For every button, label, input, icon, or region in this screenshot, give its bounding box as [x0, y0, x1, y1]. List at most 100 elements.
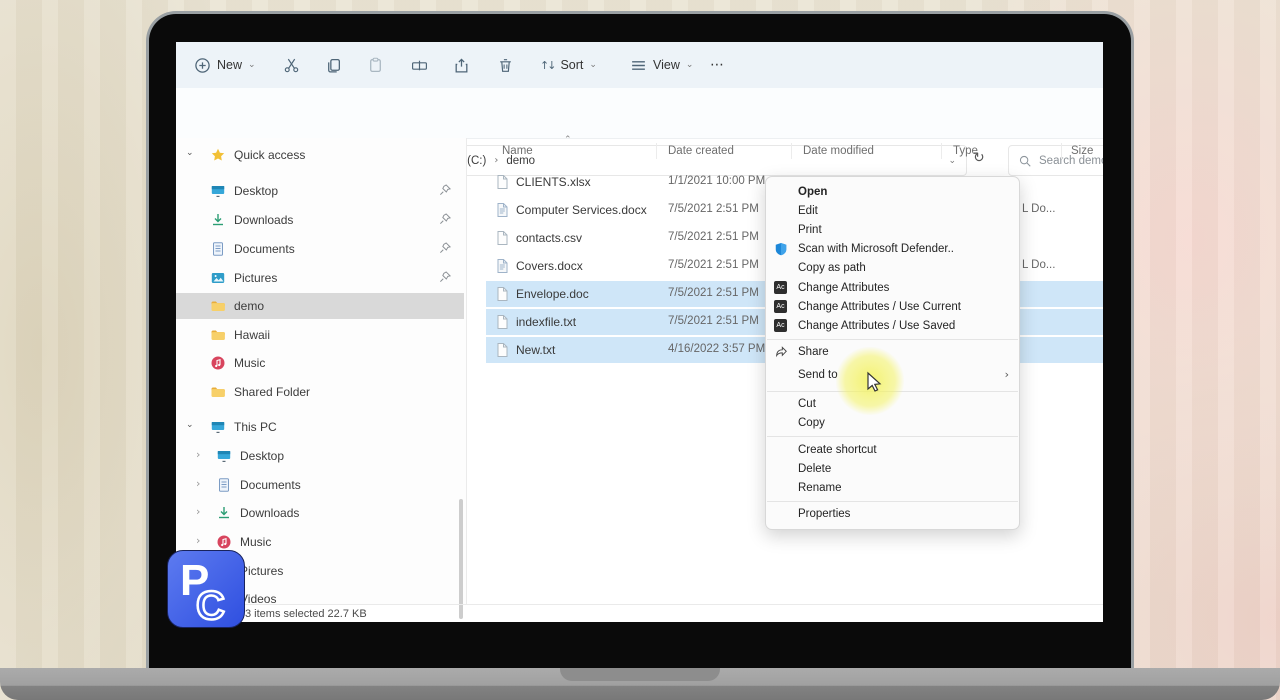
sort-arrows-icon: ↑↓ — [540, 58, 557, 72]
column-separator[interactable] — [656, 143, 657, 159]
share-button[interactable] — [447, 50, 476, 80]
menu-item-change-attributes-use-current[interactable]: Change Attributes / Use Current — [766, 297, 1019, 316]
menu-label: Cut — [798, 398, 816, 411]
file-date-created: 7/5/2021 2:51 PM — [668, 287, 759, 299]
pc-logo-letters: P C — [180, 556, 226, 629]
menu-label: Print — [798, 223, 822, 236]
sidebar-item-shared-folder[interactable]: Shared Folder — [176, 379, 464, 405]
item-label: Documents — [240, 478, 301, 492]
attribute-changer-icon — [774, 300, 787, 314]
document-icon — [216, 477, 232, 493]
sidebar-item-documents[interactable]: Documents — [176, 236, 464, 262]
item-label: Shared Folder — [234, 385, 311, 399]
expand-chevron-icon[interactable]: › — [196, 534, 200, 547]
sort-button-label: Sort — [560, 58, 584, 72]
file-date-created: 4/16/2022 3:57 PM — [668, 343, 766, 355]
column-header-name[interactable]: Name — [502, 145, 533, 157]
menu-separator — [767, 500, 1018, 502]
status-bar: 3 items selected 22.7 KB — [176, 604, 1103, 622]
menu-label: Delete — [798, 462, 832, 475]
file-name: Covers.docx — [516, 259, 583, 273]
document-icon — [210, 241, 226, 257]
selection-count-text: 3 items selected 22.7 KB — [245, 608, 367, 620]
sidebar-scrollbar[interactable] — [459, 499, 463, 619]
menu-icon-gutter — [774, 242, 798, 256]
menu-item-edit[interactable]: Edit — [766, 201, 1019, 220]
menu-item-delete[interactable]: Delete — [766, 459, 1019, 478]
menu-item-print[interactable]: Print — [766, 220, 1019, 239]
sidebar-item-thispc-documents[interactable]: › Documents — [176, 472, 464, 498]
sidebar-group-quick-access[interactable]: ⌄ Quick access — [176, 142, 464, 168]
cut-scissors-icon — [283, 57, 300, 74]
item-label: Desktop — [240, 449, 285, 463]
attribute-changer-icon — [774, 281, 787, 295]
item-label: Desktop — [234, 184, 279, 198]
menu-icon-gutter — [774, 281, 798, 295]
menu-item-change-attributes-use-saved[interactable]: Change Attributes / Use Saved — [766, 316, 1019, 335]
sidebar-item-thispc-desktop[interactable]: › Desktop — [176, 443, 464, 469]
expand-chevron-icon[interactable]: › — [196, 448, 200, 461]
column-header-date-modified[interactable]: Date modified — [803, 145, 874, 157]
menu-item-create-shortcut[interactable]: Create shortcut — [766, 440, 1019, 459]
expand-chevron-icon[interactable]: › — [196, 505, 200, 518]
view-button[interactable]: View ⌄ — [624, 50, 699, 80]
group-label: Quick access — [234, 148, 306, 162]
file-name: Envelope.doc — [516, 287, 589, 301]
menu-icon-gutter — [774, 319, 798, 333]
trash-icon — [497, 57, 514, 74]
expand-chevron-icon[interactable]: › — [196, 477, 200, 490]
file-name: New.txt — [516, 343, 556, 357]
file-page-icon — [494, 342, 510, 358]
column-separator[interactable] — [941, 143, 942, 159]
sidebar-item-demo[interactable]: demo — [176, 293, 464, 319]
menu-item-change-attributes[interactable]: Change Attributes — [766, 278, 1019, 297]
sidebar-item-desktop[interactable]: Desktop — [176, 178, 464, 204]
delete-button[interactable] — [491, 50, 520, 80]
column-header-type[interactable]: Type — [953, 145, 978, 157]
menu-label: Change Attributes / Use Saved — [798, 319, 956, 332]
view-lines-icon — [630, 57, 647, 74]
more-options-button[interactable]: ⋯ — [704, 50, 730, 80]
chevron-down-icon[interactable]: ⌄ — [186, 420, 194, 430]
file-page-lines-icon — [494, 258, 510, 274]
music-circle-icon — [216, 534, 232, 550]
file-page-icon — [494, 286, 510, 302]
sidebar-group-this-pc[interactable]: ⌄ This PC — [176, 414, 464, 440]
item-label: Music — [240, 535, 272, 549]
item-label: Music — [234, 356, 266, 370]
column-header-size[interactable]: Size — [1071, 145, 1093, 157]
svg-text:C: C — [196, 584, 225, 627]
column-separator[interactable] — [1061, 143, 1062, 159]
view-button-label: View — [653, 58, 680, 72]
chevron-down-icon[interactable]: ⌄ — [186, 148, 194, 158]
sort-button[interactable]: ↑↓ Sort ⌄ — [534, 50, 603, 80]
new-button[interactable]: New ⌄ — [188, 50, 262, 80]
menu-label: Open — [798, 185, 828, 198]
menu-icon-gutter — [774, 345, 798, 359]
sidebar-item-pictures[interactable]: Pictures — [176, 265, 464, 291]
sidebar-item-music[interactable]: Music — [176, 350, 464, 376]
menu-item-open[interactable]: Open — [766, 182, 1019, 201]
rename-button[interactable] — [405, 50, 434, 80]
file-type-fragment: L Do... — [1022, 259, 1056, 271]
menu-item-copy-as-path[interactable]: Copy as path — [766, 259, 1019, 278]
navigation-sidebar: ⌄ Quick access Desktop Downloads Documen… — [176, 138, 466, 619]
menu-item-scan-defender[interactable]: Scan with Microsoft Defender.. — [766, 240, 1019, 259]
submenu-arrow-icon: › — [1004, 368, 1009, 382]
menu-label: Send to — [798, 368, 838, 381]
copy-button[interactable] — [319, 50, 348, 80]
menu-item-properties[interactable]: Properties — [766, 505, 1019, 524]
column-separator[interactable] — [791, 143, 792, 159]
column-header-date-created[interactable]: Date created — [668, 145, 734, 157]
sidebar-item-hawaii[interactable]: Hawaii — [176, 322, 464, 348]
sort-ascending-caret-icon: ⌃ — [564, 135, 572, 145]
menu-item-copy[interactable]: Copy — [766, 414, 1019, 433]
sidebar-item-downloads[interactable]: Downloads — [176, 207, 464, 233]
attribute-changer-icon — [774, 319, 787, 333]
menu-item-rename[interactable]: Rename — [766, 478, 1019, 497]
item-label: Hawaii — [234, 328, 271, 342]
file-date-created: 7/5/2021 2:51 PM — [668, 315, 759, 327]
cut-button[interactable] — [277, 50, 306, 80]
sidebar-item-thispc-downloads[interactable]: › Downloads — [176, 500, 464, 526]
paste-button[interactable] — [361, 50, 390, 80]
